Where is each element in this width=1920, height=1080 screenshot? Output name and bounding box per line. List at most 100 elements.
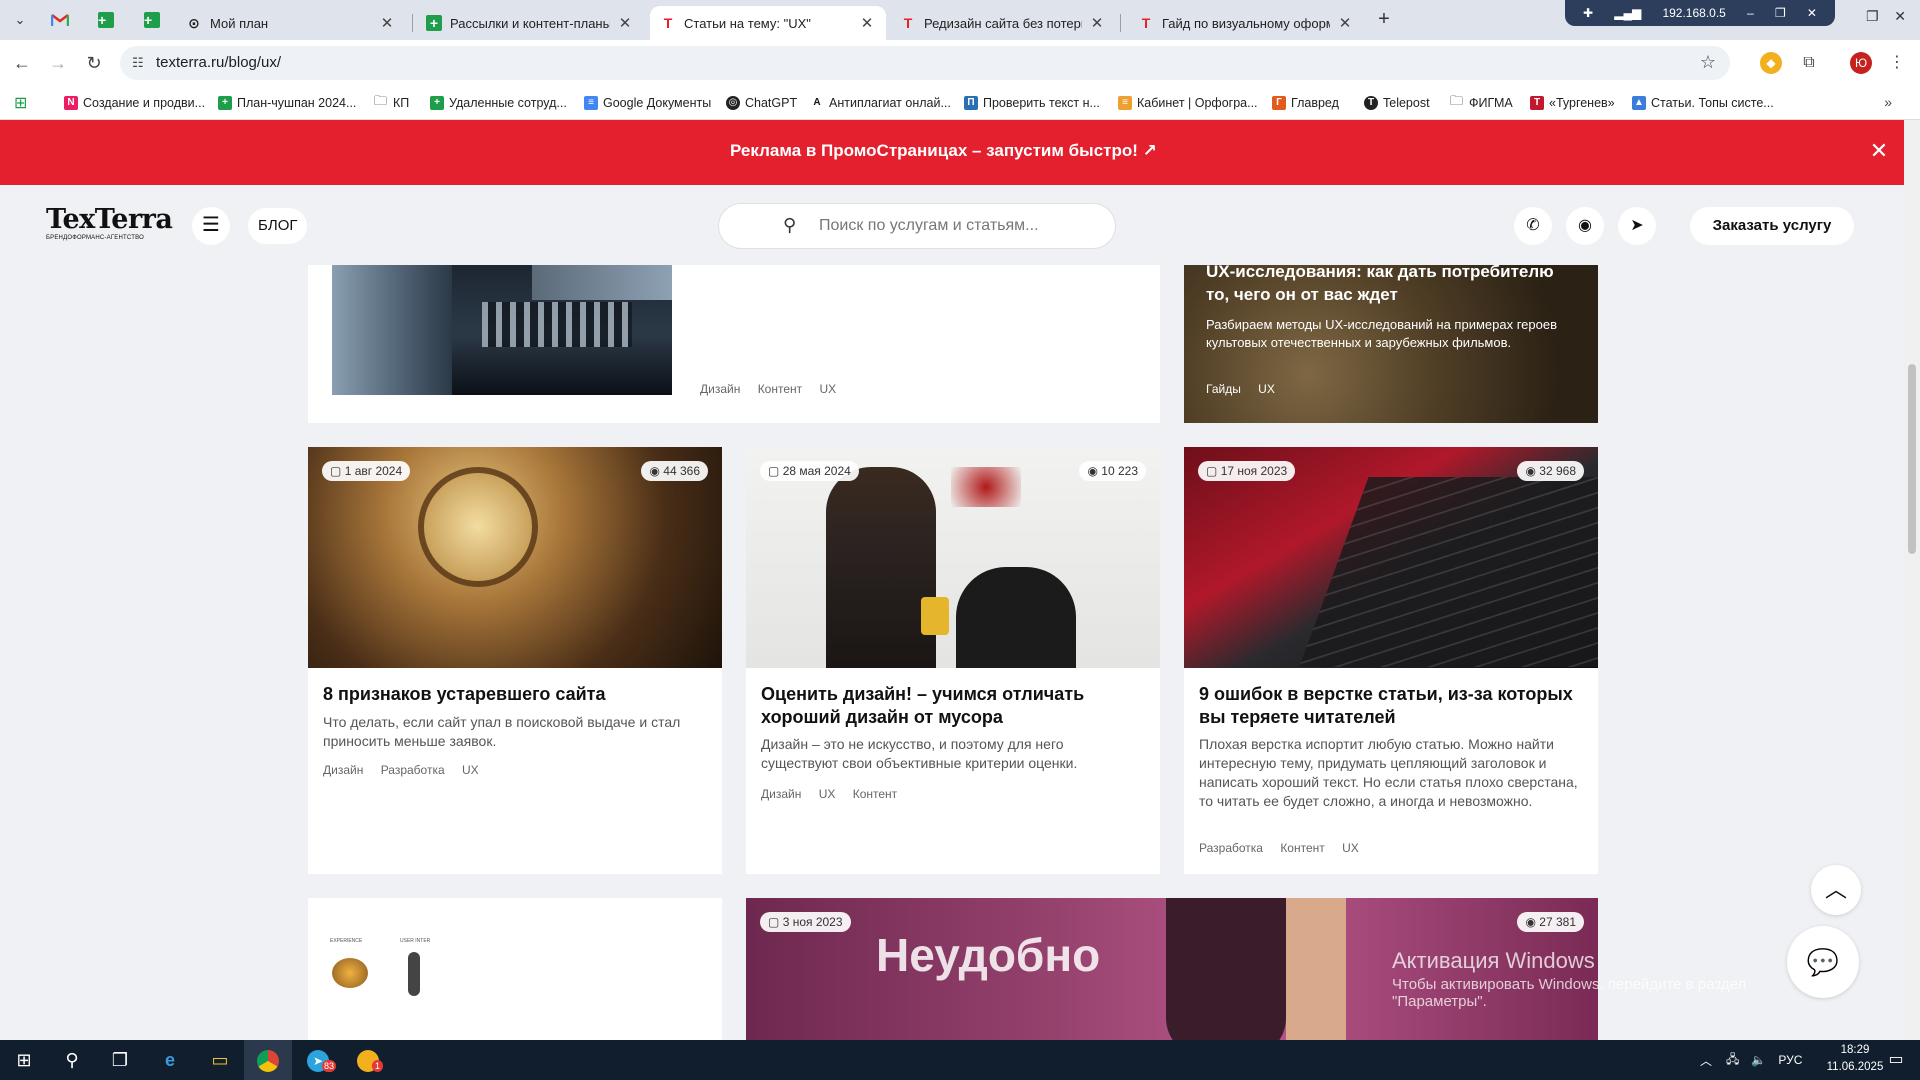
tag-link[interactable]: Разработка [1199,841,1263,855]
task-view-icon[interactable]: ❐ [96,1040,144,1080]
hamburger-menu-icon[interactable]: ☰ [192,207,230,245]
tag-link[interactable]: Дизайн [761,787,801,801]
bookmark-item[interactable]: T Telepost [1364,93,1430,113]
close-icon[interactable]: ✕ [1088,14,1106,32]
tab-my-plan[interactable]: ⊙ Мой план ✕ [176,6,406,40]
article-card[interactable]: ▢ 1 авг 2024 ◉ 44 366 8 признаков устаре… [308,447,722,874]
bookmark-item[interactable]: A Антиплагиат онлай... [810,93,951,113]
blog-button[interactable]: БЛОГ [248,208,308,244]
bookmark-item[interactable]: ▲ Статьи. Топы систе... [1632,93,1774,113]
article-title[interactable]: 8 признаков устаревшего сайта [323,683,703,706]
tab-visual-guide[interactable]: T Гайд по визуальному оформле ✕ [1128,6,1364,40]
gmail-pinned-tab[interactable] [46,8,74,32]
forward-icon[interactable]: → [46,52,70,76]
tag-link[interactable]: UX [819,787,836,801]
bookmark-item[interactable]: T «Тургенев» [1530,93,1615,113]
tab-newsletters[interactable]: + Рассылки и контент-планы | Ма ✕ [416,6,644,40]
bookmark-folder[interactable]: 🗀 КП [374,93,409,113]
phone-icon[interactable]: ✆ [1514,207,1552,245]
telegram-icon[interactable]: ➤ [1618,207,1656,245]
article-title[interactable]: Оценить дизайн! – учимся отличать хороши… [761,683,1121,729]
minimize-icon[interactable]: – [1747,6,1754,20]
tab-title: Статьи на тему: "UX" [684,15,811,31]
close-icon[interactable]: ✕ [616,14,634,32]
promo-banner[interactable]: Реклама в ПромоСтраницах – запустим быст… [0,120,1904,185]
bookmark-item[interactable]: + План-чушпан 2024... [218,93,356,113]
promo-link[interactable]: Реклама в ПромоСтраницах – запустим быст… [730,141,1157,161]
profile-avatar[interactable]: Ю [1850,52,1872,74]
chrome-icon[interactable] [244,1040,292,1080]
page-scrollbar[interactable] [1904,120,1920,1040]
extension-icon[interactable]: ◆ [1760,52,1782,74]
scroll-to-top-button[interactable]: ︿ [1811,865,1861,915]
sheets-pinned-tab[interactable]: + [92,8,120,32]
article-card[interactable]: Дизайн Контент UX [308,260,1160,423]
tag-link[interactable]: Дизайн [700,382,740,396]
article-title[interactable]: UX-исследования: как дать потребителю то… [1206,260,1576,306]
windows-start-icon[interactable]: ⊞ [0,1040,48,1080]
bookmark-item[interactable]: N Создание и продви... [64,93,205,113]
app-icon[interactable]: 1 [344,1040,392,1080]
restore-window-icon[interactable]: ❐ [1866,8,1879,25]
chevron-up-icon[interactable]: ︿ [1700,1052,1712,1069]
tab-ux-articles[interactable]: T Статьи на тему: "UX" ✕ [650,6,886,40]
pin-icon[interactable]: ✚ [1583,6,1593,20]
order-service-button[interactable]: Заказать услугу [1690,207,1854,245]
bookmark-item[interactable]: + Удаленные сотруд... [430,93,567,113]
tag-link[interactable]: UX [819,382,836,396]
back-icon[interactable]: ← [10,52,34,76]
new-tab-button[interactable]: + [1372,8,1396,32]
tag-link[interactable]: Гайды [1206,382,1241,396]
bookmark-item[interactable]: П Проверить текст н... [964,93,1100,113]
close-window-icon[interactable]: ✕ [1894,8,1906,25]
article-title[interactable]: 9 ошибок в верстке статьи, из-за которых… [1199,683,1579,729]
search-icon[interactable]: ⚲ [48,1040,96,1080]
extensions-puzzle-icon[interactable]: ⧉ [1798,52,1820,74]
internet-explorer-icon[interactable]: e [146,1040,194,1080]
tab-redesign[interactable]: T Редизайн сайта без потерь: ка ✕ [890,6,1116,40]
bookmark-item[interactable]: ≡ Кабинет | Орфогра... [1118,93,1258,113]
close-icon[interactable]: ✕ [1868,140,1890,163]
bookmark-item[interactable]: ◎ ChatGPT [726,93,797,113]
bookmark-item[interactable]: Г Главред [1272,93,1339,113]
bookmark-star-icon[interactable]: ☆ [1700,52,1716,73]
tag-link[interactable]: Разработка [381,763,445,777]
address-bar[interactable]: ☷ texterra.ru/blog/ux/ ☆ [120,46,1730,80]
language-indicator[interactable]: РУС [1778,1053,1802,1067]
file-explorer-icon[interactable]: ▭ [196,1040,244,1080]
url-text[interactable]: texterra.ru/blog/ux/ [156,54,281,71]
network-icon[interactable]: 🖧 [1726,1050,1739,1071]
telegram-icon[interactable]: ➤ 83 [294,1040,342,1080]
search-input[interactable]: ⚲ Поиск по услугам и статьям... [718,203,1116,249]
sheets-pinned-tab-2[interactable]: + [138,8,166,32]
whatsapp-icon[interactable]: ◉ [1566,207,1604,245]
site-info-icon[interactable]: ☷ [132,55,144,71]
tag-link[interactable]: Контент [758,382,802,396]
tag-link[interactable]: UX [1342,841,1359,855]
article-card[interactable]: ▢ 28 мая 2024 ◉ 10 223 Оценить дизайн! –… [746,447,1160,874]
tag-link[interactable]: Контент [1280,841,1324,855]
notifications-icon[interactable]: ▭ [1872,1040,1920,1080]
article-card[interactable]: EXPERIENCE USER INTER [308,898,722,1040]
restore-icon[interactable]: ❐ [1775,6,1786,20]
bookmark-item[interactable]: ≡ Google Документы [584,93,711,113]
tag-link[interactable]: Контент [853,787,897,801]
tag-link[interactable]: UX [1258,382,1275,396]
apps-grid-icon[interactable]: ⊞ [14,93,27,113]
reload-icon[interactable]: ↻ [82,52,106,76]
more-bookmarks-icon[interactable]: » [1884,94,1892,110]
scrollbar-thumb[interactable] [1908,364,1916,554]
tag-link[interactable]: UX [462,763,479,777]
tag-link[interactable]: Дизайн [323,763,363,777]
volume-icon[interactable]: 🔈 [1751,1053,1766,1067]
article-card[interactable]: ▢ 17 ноя 2023 ◉ 32 968 9 ошибок в верстк… [1184,447,1598,874]
site-logo[interactable]: TexTerra БРЕНДОФОРМАНС-АГЕНТСТВО [46,205,173,247]
article-card-featured[interactable]: UX-исследования: как дать потребителю то… [1184,260,1598,423]
bookmark-folder[interactable]: 🗀 ФИГМА [1450,93,1513,113]
close-icon[interactable]: ✕ [1807,6,1817,20]
close-icon[interactable]: ✕ [378,14,396,32]
menu-kebab-icon[interactable]: ⋮ [1886,52,1908,74]
close-icon[interactable]: ✕ [858,14,876,32]
close-icon[interactable]: ✕ [1336,14,1354,32]
tab-search-button[interactable]: ⌄ [8,8,32,32]
